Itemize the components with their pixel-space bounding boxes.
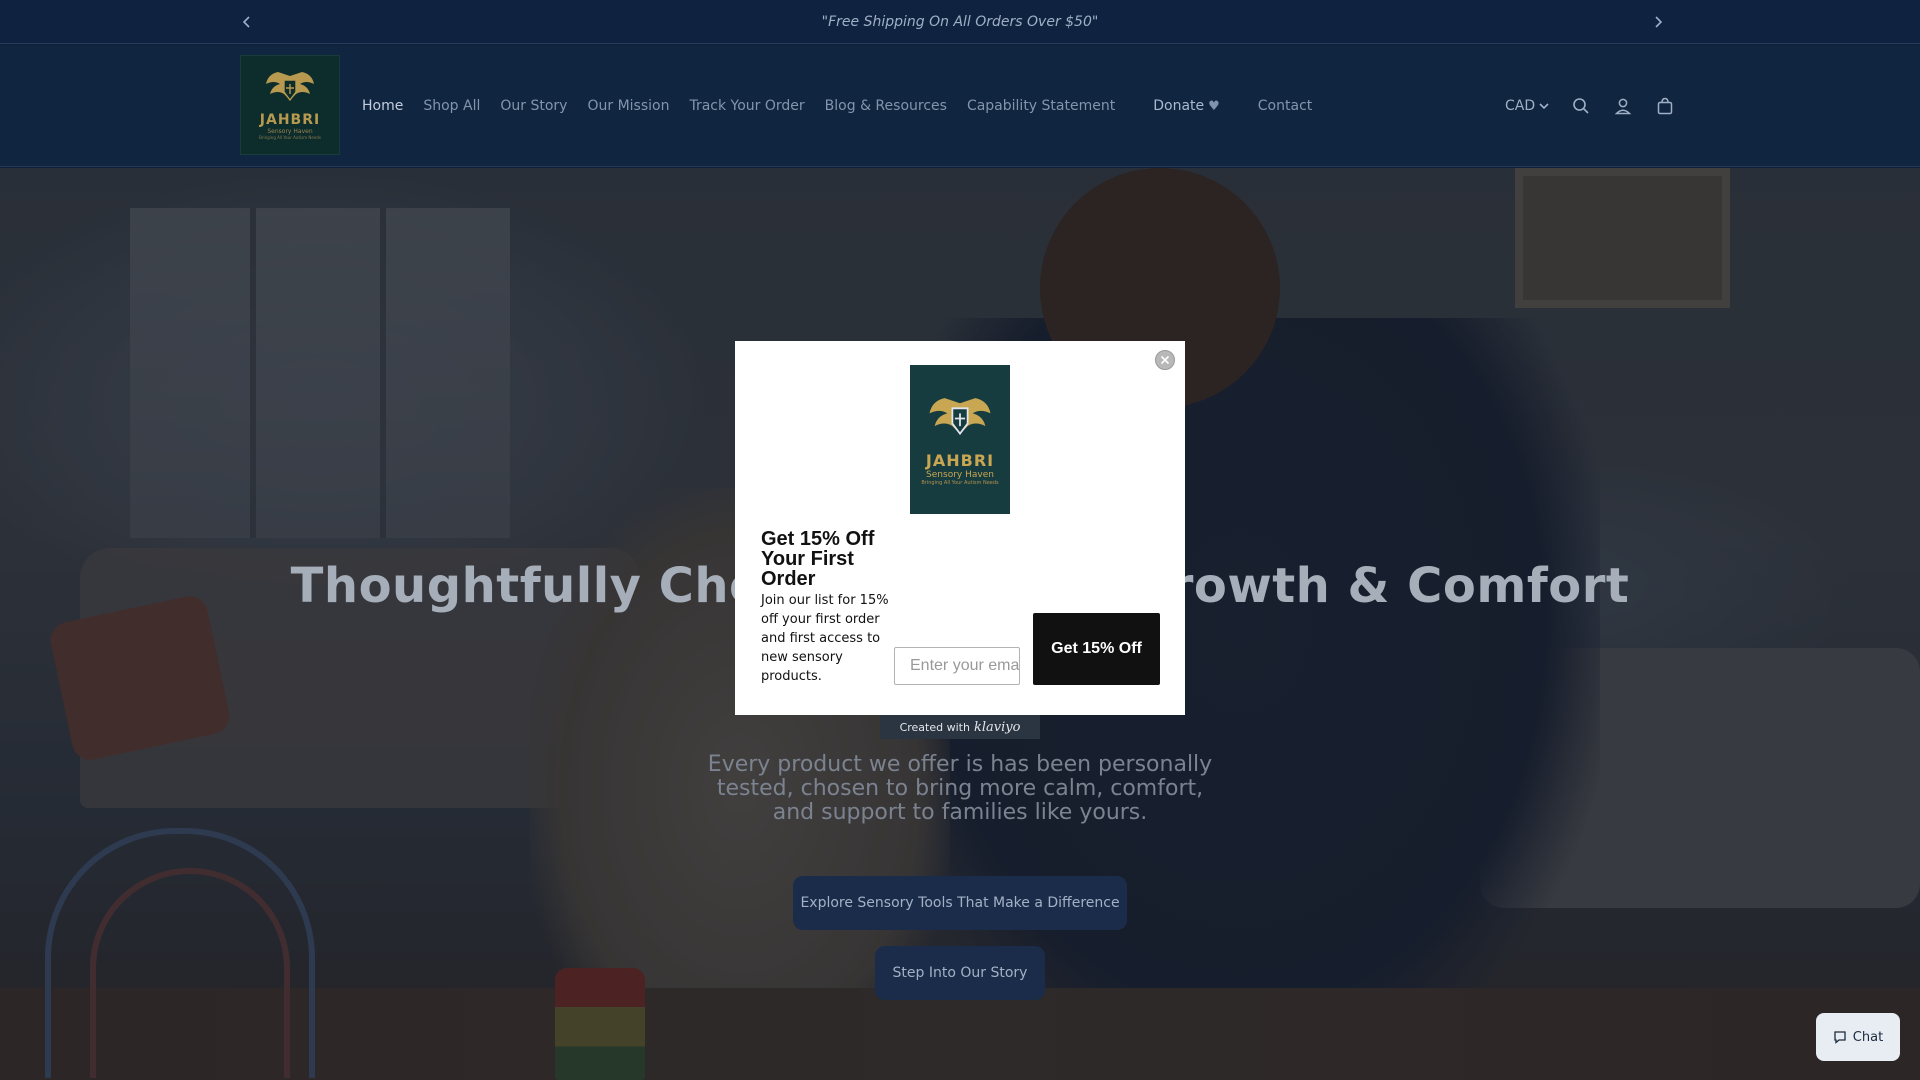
chevron-right-icon[interactable] <box>1646 10 1670 34</box>
logo-wordmark: JAHBRI <box>259 112 321 128</box>
popup-body: Join our list for 15% off your first ord… <box>761 593 889 684</box>
announcement-bar: "Free Shipping On All Orders Over $50" <box>0 0 1920 44</box>
klaviyo-badge[interactable]: Created with klaviyo <box>880 715 1040 739</box>
close-icon[interactable] <box>1155 350 1175 370</box>
account-icon[interactable] <box>1613 96 1633 116</box>
nav-home[interactable]: Home <box>352 98 413 114</box>
hero-subtitle: Every product we offer is has been perso… <box>707 752 1213 825</box>
wings-shield-icon <box>266 72 314 102</box>
heart-icon: ♥ <box>1208 98 1220 114</box>
logo-tagline: Bringing All Your Autism Needs <box>259 135 321 140</box>
discount-popup: JAHBRI Sensory Haven Bringing All Your A… <box>735 341 1185 715</box>
cart-icon[interactable] <box>1655 96 1675 116</box>
announcement-text: "Free Shipping On All Orders Over $50" <box>821 13 1099 30</box>
nav-capability-statement[interactable]: Capability Statement <box>957 98 1125 114</box>
chat-button[interactable]: Chat <box>1816 1013 1900 1061</box>
header-utilities: CAD <box>1505 45 1675 167</box>
chevron-left-icon[interactable] <box>235 10 259 34</box>
nav-track-order[interactable]: Track Your Order <box>679 98 814 114</box>
popup-heading: Get 15% Off Your First Order <box>761 528 875 590</box>
get-discount-button[interactable]: Get 15% Off <box>1033 613 1160 685</box>
popup-logo: JAHBRI Sensory Haven Bringing All Your A… <box>910 365 1010 514</box>
klaviyo-logo: klaviyo <box>973 719 1021 735</box>
popup-logo-wordmark: JAHBRI <box>925 451 995 470</box>
chevron-down-icon <box>1539 103 1549 110</box>
site-header: JAHBRI Sensory Haven Bringing All Your A… <box>0 45 1920 167</box>
nav-donate[interactable]: Donate ♥ <box>1125 54 1248 158</box>
popup-logo-subtitle: Sensory Haven <box>926 470 994 480</box>
klaviyo-created-with: Created with <box>899 720 970 734</box>
nav-our-story[interactable]: Our Story <box>490 98 577 114</box>
nav-contact[interactable]: Contact <box>1248 98 1322 114</box>
chat-icon <box>1834 1031 1846 1044</box>
nav-our-mission[interactable]: Our Mission <box>577 98 679 114</box>
nav-donate-label: Donate <box>1153 98 1205 114</box>
search-icon[interactable] <box>1571 96 1591 116</box>
nav-shop-all[interactable]: Shop All <box>413 98 490 114</box>
site-logo[interactable]: JAHBRI Sensory Haven Bringing All Your A… <box>240 55 340 155</box>
chat-label: Chat <box>1852 1029 1884 1045</box>
currency-label: CAD <box>1505 98 1536 114</box>
explore-sensory-tools-button[interactable]: Explore Sensory Tools That Make a Differ… <box>793 876 1127 930</box>
currency-selector[interactable]: CAD <box>1505 98 1549 114</box>
logo-subtitle: Sensory Haven <box>267 128 313 135</box>
email-input[interactable]: Enter your email <box>894 647 1020 685</box>
wings-shield-icon <box>929 398 991 436</box>
our-story-button[interactable]: Step Into Our Story <box>875 946 1045 1000</box>
main-nav: Home Shop All Our Story Our Mission Trac… <box>352 45 1322 167</box>
popup-logo-tagline: Bringing All Your Autism Needs <box>921 480 999 486</box>
nav-blog-resources[interactable]: Blog & Resources <box>815 98 957 114</box>
